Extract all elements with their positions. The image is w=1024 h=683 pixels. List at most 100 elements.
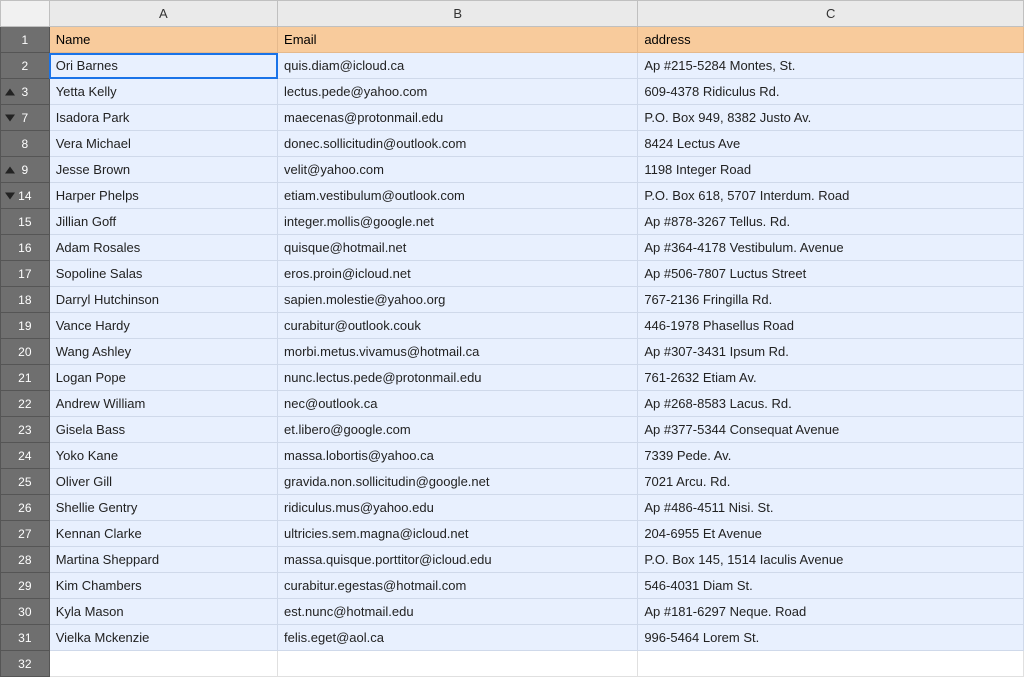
cell-email[interactable]: quisque@hotmail.net	[278, 235, 638, 261]
row-header[interactable]: 1	[1, 27, 50, 53]
group-expanded-icon[interactable]	[5, 114, 15, 121]
row-header[interactable]: 26	[1, 495, 50, 521]
cell-name[interactable]: Gisela Bass	[49, 417, 277, 443]
cell-name[interactable]: Ori Barnes	[49, 53, 277, 79]
cell-name[interactable]: Harper Phelps	[49, 183, 277, 209]
cell-empty[interactable]	[49, 651, 277, 677]
cell-address[interactable]: P.O. Box 145, 1514 Iaculis Avenue	[638, 547, 1024, 573]
cell-email[interactable]: massa.lobortis@yahoo.ca	[278, 443, 638, 469]
group-collapsed-icon[interactable]	[5, 166, 15, 173]
cell-email[interactable]: massa.quisque.porttitor@icloud.edu	[278, 547, 638, 573]
row-header[interactable]: 22	[1, 391, 50, 417]
cell-name[interactable]: Sopoline Salas	[49, 261, 277, 287]
cell-empty[interactable]	[638, 651, 1024, 677]
cell-email[interactable]: etiam.vestibulum@outlook.com	[278, 183, 638, 209]
cell-email[interactable]: sapien.molestie@yahoo.org	[278, 287, 638, 313]
cell-name[interactable]: Andrew William	[49, 391, 277, 417]
cell-email[interactable]: felis.eget@aol.ca	[278, 625, 638, 651]
cell-email[interactable]: velit@yahoo.com	[278, 157, 638, 183]
cell-address[interactable]: Ap #364-4178 Vestibulum. Avenue	[638, 235, 1024, 261]
cell-email[interactable]: et.libero@google.com	[278, 417, 638, 443]
row-header[interactable]: 29	[1, 573, 50, 599]
cell-name[interactable]: Kim Chambers	[49, 573, 277, 599]
cell-address[interactable]: Ap #486-4511 Nisi. St.	[638, 495, 1024, 521]
cell-address[interactable]: Ap #268-8583 Lacus. Rd.	[638, 391, 1024, 417]
cell-name[interactable]: Vera Michael	[49, 131, 277, 157]
column-header-B[interactable]: B	[278, 1, 638, 27]
cell-address[interactable]: Ap #215-5284 Montes, St.	[638, 53, 1024, 79]
row-header[interactable]: 7	[1, 105, 50, 131]
row-header[interactable]: 3	[1, 79, 50, 105]
row-header[interactable]: 8	[1, 131, 50, 157]
row-header[interactable]: 2	[1, 53, 50, 79]
cell-address[interactable]: 446-1978 Phasellus Road	[638, 313, 1024, 339]
cell-email[interactable]: maecenas@protonmail.edu	[278, 105, 638, 131]
row-header[interactable]: 15	[1, 209, 50, 235]
cell-address[interactable]: Ap #377-5344 Consequat Avenue	[638, 417, 1024, 443]
cell-name[interactable]: Isadora Park	[49, 105, 277, 131]
cell-name[interactable]: Yoko Kane	[49, 443, 277, 469]
cell-header-email[interactable]: Email	[278, 27, 638, 53]
cell-address[interactable]: 609-4378 Ridiculus Rd.	[638, 79, 1024, 105]
cell-name[interactable]: Yetta Kelly	[49, 79, 277, 105]
row-header[interactable]: 17	[1, 261, 50, 287]
select-all-corner[interactable]	[1, 1, 50, 27]
cell-email[interactable]: integer.mollis@google.net	[278, 209, 638, 235]
cell-address[interactable]: 767-2136 Fringilla Rd.	[638, 287, 1024, 313]
cell-email[interactable]: nunc.lectus.pede@protonmail.edu	[278, 365, 638, 391]
cell-address[interactable]: 204-6955 Et Avenue	[638, 521, 1024, 547]
group-expanded-icon[interactable]	[5, 192, 15, 199]
row-header[interactable]: 16	[1, 235, 50, 261]
row-header[interactable]: 24	[1, 443, 50, 469]
cell-name[interactable]: Darryl Hutchinson	[49, 287, 277, 313]
cell-email[interactable]: lectus.pede@yahoo.com	[278, 79, 638, 105]
cell-address[interactable]: Ap #307-3431 Ipsum Rd.	[638, 339, 1024, 365]
row-header[interactable]: 14	[1, 183, 50, 209]
row-header[interactable]: 9	[1, 157, 50, 183]
column-header-C[interactable]: C	[638, 1, 1024, 27]
cell-header-name[interactable]: Name	[49, 27, 277, 53]
cell-name[interactable]: Shellie Gentry	[49, 495, 277, 521]
row-header[interactable]: 21	[1, 365, 50, 391]
column-header-A[interactable]: A	[49, 1, 277, 27]
cell-email[interactable]: ultricies.sem.magna@icloud.net	[278, 521, 638, 547]
cell-name[interactable]: Jesse Brown	[49, 157, 277, 183]
cell-name[interactable]: Oliver Gill	[49, 469, 277, 495]
cell-email[interactable]: morbi.metus.vivamus@hotmail.ca	[278, 339, 638, 365]
cell-address[interactable]: 7339 Pede. Av.	[638, 443, 1024, 469]
cell-name[interactable]: Kyla Mason	[49, 599, 277, 625]
cell-address[interactable]: 546-4031 Diam St.	[638, 573, 1024, 599]
cell-address[interactable]: 996-5464 Lorem St.	[638, 625, 1024, 651]
cell-name[interactable]: Martina Sheppard	[49, 547, 277, 573]
cell-empty[interactable]	[278, 651, 638, 677]
cell-name[interactable]: Adam Rosales	[49, 235, 277, 261]
row-header[interactable]: 30	[1, 599, 50, 625]
cell-name[interactable]: Vielka Mckenzie	[49, 625, 277, 651]
row-header[interactable]: 25	[1, 469, 50, 495]
cell-address[interactable]: P.O. Box 949, 8382 Justo Av.	[638, 105, 1024, 131]
cell-email[interactable]: donec.sollicitudin@outlook.com	[278, 131, 638, 157]
cell-email[interactable]: eros.proin@icloud.net	[278, 261, 638, 287]
cell-email[interactable]: est.nunc@hotmail.edu	[278, 599, 638, 625]
row-header[interactable]: 18	[1, 287, 50, 313]
cell-address[interactable]: 7021 Arcu. Rd.	[638, 469, 1024, 495]
cell-email[interactable]: ridiculus.mus@yahoo.edu	[278, 495, 638, 521]
row-header[interactable]: 31	[1, 625, 50, 651]
row-header[interactable]: 28	[1, 547, 50, 573]
cell-name[interactable]: Wang Ashley	[49, 339, 277, 365]
row-header[interactable]: 19	[1, 313, 50, 339]
row-header[interactable]: 20	[1, 339, 50, 365]
cell-address[interactable]: Ap #878-3267 Tellus. Rd.	[638, 209, 1024, 235]
cell-header-address[interactable]: address	[638, 27, 1024, 53]
cell-address[interactable]: Ap #506-7807 Luctus Street	[638, 261, 1024, 287]
cell-email[interactable]: quis.diam@icloud.ca	[278, 53, 638, 79]
cell-email[interactable]: curabitur@outlook.couk	[278, 313, 638, 339]
cell-address[interactable]: Ap #181-6297 Neque. Road	[638, 599, 1024, 625]
cell-email[interactable]: curabitur.egestas@hotmail.com	[278, 573, 638, 599]
cell-email[interactable]: nec@outlook.ca	[278, 391, 638, 417]
cell-address[interactable]: 1198 Integer Road	[638, 157, 1024, 183]
cell-address[interactable]: 761-2632 Etiam Av.	[638, 365, 1024, 391]
row-header[interactable]: 23	[1, 417, 50, 443]
cell-address[interactable]: P.O. Box 618, 5707 Interdum. Road	[638, 183, 1024, 209]
cell-name[interactable]: Vance Hardy	[49, 313, 277, 339]
